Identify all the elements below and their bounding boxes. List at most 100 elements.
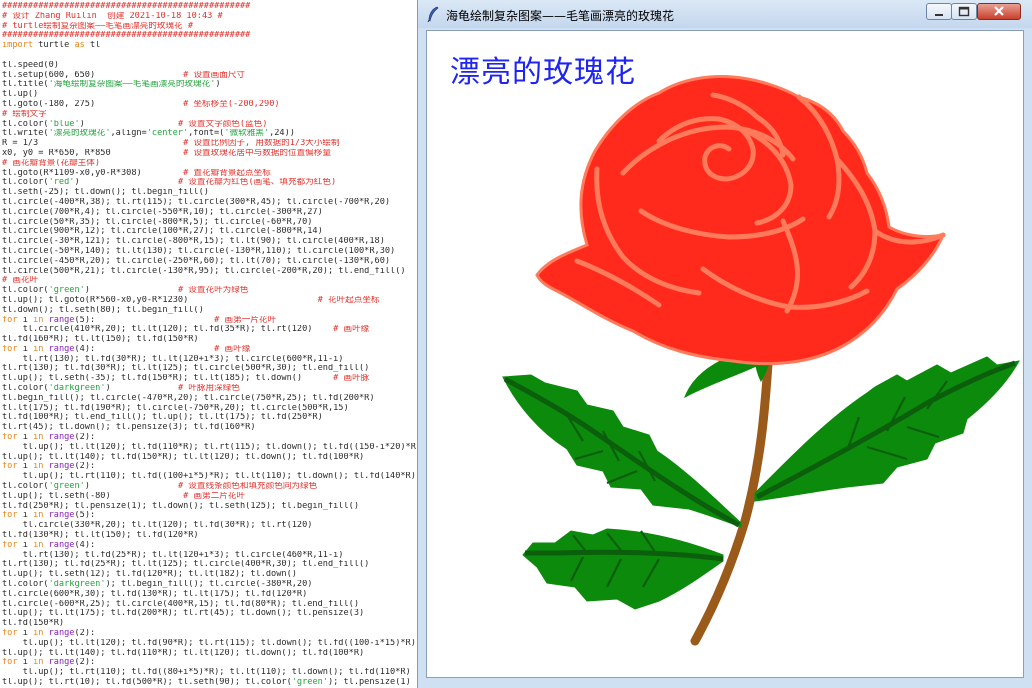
code-line[interactable]: tl.up() [2,90,416,100]
code-line[interactable]: tl.circle(700*R,4); tl.circle(-550*R,10)… [2,208,416,218]
code-line[interactable]: tl.circle(600*R,30); tl.fd(130*R); tl.lt… [2,590,416,600]
code-line[interactable]: tl.fd(130*R); tl.lt(150); tl.fd(120*R) [2,531,416,541]
code-line[interactable]: tl.color('green') # 设置花叶为绿色 [2,286,416,296]
code-line[interactable]: tl.write('漂亮的玫瑰花',align='center',font=('… [2,129,416,139]
code-line[interactable]: tl.speed(0) [2,61,416,71]
code-line[interactable]: tl.circle(-30*R,121); tl.circle(-800*R,1… [2,237,416,247]
code-token: tl.up(); tl.rt(110); tl.fd((100+i*5)*R);… [2,472,416,482]
minimize-button[interactable] [926,3,952,20]
code-token: '漂亮的玫瑰花' [48,129,111,139]
code-editor[interactable]: ########################################… [0,0,416,688]
code-line[interactable]: for i in range(5): # 画第一片花叶 [2,316,416,326]
code-line[interactable]: tl.up(); tl.lt(140); tl.fd(150*R); tl.lt… [2,453,416,463]
code-line[interactable]: tl.goto(-180, 275) # 坐标移至(-200,290) [2,100,416,110]
code-line[interactable]: tl.circle(50*R,35); tl.circle(-800*R,5);… [2,218,416,228]
code-token: tl.title( [2,80,49,90]
maximize-button[interactable] [951,3,977,20]
code-line[interactable]: ########################################… [2,2,416,12]
code-line[interactable]: tl.fd(150*R) [2,619,416,629]
code-line[interactable]: tl.up(); tl.lt(120); tl.fd(110*R); tl.rt… [2,443,416,453]
code-line[interactable]: tl.rt(130); tl.fd(25*R); tl.lt(125); tl.… [2,560,416,570]
code-line[interactable]: tl.color('green') # 设置线条颜色和填充颜色同为绿色 [2,482,416,492]
code-line[interactable]: for i in range(5): [2,511,416,521]
code-line[interactable]: tl.up(); tl.rt(110); tl.fd((100+i*5)*R);… [2,472,416,482]
code-line[interactable]: tl.color('red') # 设置花瓣为红色(画笔、填充都为红色) [2,178,416,188]
code-line[interactable]: tl.seth(-25); tl.down(); tl.begin_fill() [2,188,416,198]
code-token: ) [79,119,178,129]
code-token: 'darkgreen' [48,580,106,590]
code-line[interactable]: tl.down(); tl.seth(80); tl.begin_fill() [2,306,416,316]
code-line[interactable]: for i in range(2): [2,433,416,443]
code-text[interactable]: ########################################… [2,2,416,688]
code-line[interactable]: tl.up(); tl.seth(-35); tl.fd(150*R); tl.… [2,374,416,384]
code-token: tl.up(); tl.seth(-35); tl.fd(150*R); tl.… [2,374,334,384]
code-line[interactable]: tl.up(); tl.goto(R*560-x0,y0-R*1230) # 花… [2,296,416,306]
code-line[interactable]: tl.up(); tl.lt(120); tl.fd(90*R); tl.rt(… [2,639,416,649]
code-line[interactable]: tl.circle(330*R,20); tl.lt(120); tl.fd(3… [2,521,416,531]
code-line[interactable]: tl.up(); tl.seth(-80) # 画第二片花叶 [2,492,416,502]
code-line[interactable]: tl.circle(-600*R,25); tl.circle(400*R,15… [2,600,416,610]
code-token: x0, y0 = R*650, R*850 [2,148,184,158]
code-line[interactable]: tl.circle(900*R,12); tl.circle(100*R,27)… [2,227,416,237]
code-line[interactable]: tl.title('海龟绘制复杂图案——毛笔画漂亮的玫瑰花') [2,80,416,90]
code-token: tl.up(); tl.lt(120); tl.fd(110*R); tl.rt… [2,442,416,452]
code-token: # 设置花瓣为红色(画笔、填充都为红色) [177,178,337,188]
code-line[interactable]: for i in range(2): [2,629,416,639]
code-line[interactable]: tl.circle(-50*R,140); tl.lt(130); tl.cir… [2,247,416,257]
code-line[interactable]: tl.fd(160*R); tl.lt(150); tl.fd(150*R) [2,335,416,345]
code-token: tl.seth(-25); tl.down(); tl.begin_fill() [2,188,209,198]
turtle-window: 海龟绘制复杂图案——毛笔画漂亮的玫瑰花 漂亮的玫瑰花 [417,0,1032,688]
code-token: # 画花叶 [2,276,39,286]
code-token: i [17,344,34,354]
code-token: tl.color( [2,384,49,394]
code-line[interactable]: tl.fd(100*R); tl.end_fill(); tl.up(); tl… [2,413,416,423]
code-line[interactable]: tl.rt(130); tl.fd(30*R); tl.lt(120+i*3);… [2,355,416,365]
code-token: tl.circle(900*R,12); tl.circle(100*R,27)… [2,227,323,237]
code-line[interactable]: tl.color('darkgreen'); tl.begin_fill(); … [2,580,416,590]
code-line[interactable]: tl.rt(130); tl.fd(25*R); tl.lt(120+i*3);… [2,551,416,561]
code-line[interactable]: # 画花叶 [2,276,416,286]
title-bar[interactable]: 海龟绘制复杂图案——毛笔画漂亮的玫瑰花 [418,0,1032,28]
code-line[interactable]: tl.up(); tl.rt(110); tl.fd((80+i*5)*R); … [2,668,416,678]
code-line[interactable]: tl.up(); tl.seth(12); tl.fd(120*R); tl.l… [2,570,416,580]
code-token: i [17,462,34,472]
code-line[interactable]: import turtle as tl [2,41,416,51]
code-line[interactable] [2,51,416,61]
code-line[interactable]: tl.circle(-400*R,38); tl.rt(115); tl.cir… [2,198,416,208]
code-line[interactable]: R = 1/3 # 设置比例因子, 用数据的1/3大小绘制 [2,139,416,149]
code-line[interactable]: tl.begin_fill(); tl.circle(-470*R,20); t… [2,394,416,404]
code-token: range [43,433,75,443]
code-line[interactable]: tl.setup(600, 650) # 设置画面尺寸 [2,71,416,81]
code-line[interactable]: tl.rt(45); tl.down(); tl.pensize(3); tl.… [2,423,416,433]
code-line[interactable]: # 绘制文字 [2,110,416,120]
code-line[interactable]: tl.lt(175); tl.fd(190*R); tl.circle(-750… [2,404,416,414]
code-token: tl.circle(500*R,21); tl.circle(-130*R,95… [2,266,406,276]
code-line[interactable]: for i in range(2): [2,658,416,668]
code-line[interactable]: # 设计 Zhang Ruilin 创建 2021-10-18 10:43 # [2,12,416,22]
code-line[interactable]: tl.color('darkgreen') # 叶脉用深绿色 [2,384,416,394]
code-line[interactable]: ########################################… [2,31,416,41]
code-line[interactable]: tl.up(); tl.rt(10); tl.fd(500*R); tl.set… [2,678,416,688]
code-line[interactable]: tl.up(); tl.lt(140); tl.fd(110*R); tl.lt… [2,649,416,659]
code-line[interactable]: tl.circle(-450*R,20); tl.circle(-250*R,6… [2,257,416,267]
code-line[interactable]: tl.up(); tl.lt(175); tl.fd(200*R); tl.rt… [2,609,416,619]
code-line[interactable]: tl.fd(250*R); tl.pensize(1); tl.down(); … [2,502,416,512]
code-line[interactable]: # turtle绘制复杂图案——毛笔画漂亮的玫瑰花 # [2,22,416,32]
code-line[interactable]: # 画花瓣背景(花瓣主体) [2,159,416,169]
code-line[interactable]: for i in range(4): # 画叶缘 [2,345,416,355]
code-line[interactable]: tl.color('blue') # 设置文字颜色(蓝色) [2,120,416,130]
code-line[interactable]: tl.circle(500*R,21); tl.circle(-130*R,95… [2,267,416,277]
code-token: (2): [74,462,96,472]
code-line[interactable]: x0, y0 = R*650, R*850 # 设置玫瑰花居中与数据的位置偏移量 [2,149,416,159]
leaf-left-vein [503,376,741,528]
code-token: range [43,344,75,354]
code-line[interactable]: tl.goto(R*1109-x0,y0-R*308) # 置花瓣背景起点坐标 [2,169,416,179]
code-line[interactable]: for i in range(4): [2,541,416,551]
code-token: tl.color( [2,178,49,188]
code-line[interactable]: tl.rt(130); tl.fd(30*R); tl.lt(125); tl.… [2,364,416,374]
code-line[interactable]: for i in range(2): [2,462,416,472]
close-button[interactable] [977,3,1021,20]
code-line[interactable]: tl.circle(410*R,20); tl.lt(120); tl.fd(3… [2,325,416,335]
code-token: '海龟绘制复杂图案——毛笔画漂亮的玫瑰花' [48,80,216,90]
code-token: tl.circle(330*R,20); tl.lt(120); tl.fd(3… [2,521,313,531]
